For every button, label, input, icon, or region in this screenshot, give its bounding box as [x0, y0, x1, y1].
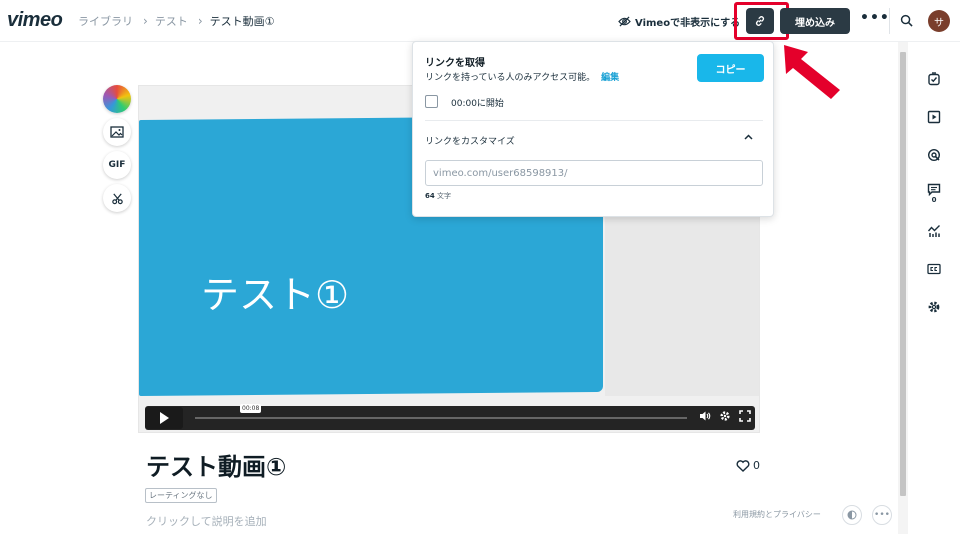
like-button[interactable]: 0 [736, 459, 760, 472]
breadcrumb-current: テスト動画① [209, 15, 275, 28]
settings-icon[interactable] [719, 410, 731, 422]
custom-url-input[interactable] [425, 160, 763, 186]
sidebar-play-icon[interactable] [920, 98, 948, 136]
sidebar-comments-icon[interactable]: 0 [920, 174, 948, 212]
player-controls: 00:08 [145, 404, 755, 430]
divider [425, 120, 763, 121]
heart-icon [736, 459, 750, 472]
character-count-number: 64 [425, 192, 435, 200]
annotation-arrow-icon [784, 45, 840, 99]
avatar[interactable]: サ [928, 10, 950, 32]
video-title[interactable]: テスト動画① [146, 447, 286, 482]
progress-bar[interactable]: 00:08 [195, 404, 687, 419]
volume-icon[interactable] [699, 410, 711, 422]
copy-button[interactable]: コピー [697, 54, 764, 82]
popup-subtitle: リンクを持っている人のみアクセス可能。 編集 [425, 70, 619, 83]
character-count-unit: 文字 [436, 192, 451, 200]
start-time-label: 00:00に開始 [451, 99, 504, 109]
sidebar-interaction-icon[interactable] [920, 136, 948, 174]
color-theme-button[interactable] [842, 505, 862, 525]
divider [889, 8, 890, 34]
contrast-icon [847, 510, 857, 520]
chevron-right-icon: › [197, 14, 203, 28]
popup-title: リンクを取得 [425, 58, 485, 69]
top-bar: vimeo ライブラリ › テスト › テスト動画① Vimeoで非表示にする … [0, 0, 960, 42]
sidebar-settings-icon[interactable] [920, 288, 948, 326]
breadcrumb-library[interactable]: ライブラリ [78, 13, 133, 29]
right-sidebar: 0 [920, 60, 948, 326]
rating-badge[interactable]: レーティングなし [145, 488, 217, 503]
sidebar-captions-icon[interactable] [920, 250, 948, 288]
privacy-text: リンクを持っている人のみアクセス可能。 [425, 73, 596, 83]
more-footer-icon[interactable]: ••• [872, 505, 892, 525]
player-control-icons [699, 410, 751, 422]
like-count: 0 [753, 459, 760, 472]
hide-from-vimeo-button[interactable]: Vimeoで非表示にする [618, 14, 740, 29]
character-count: 64 文字 [425, 191, 451, 201]
start-time-checkbox[interactable] [425, 95, 438, 108]
image-icon[interactable] [103, 118, 131, 146]
comments-count: 0 [931, 195, 937, 204]
chevron-up-icon[interactable] [744, 132, 753, 143]
chevron-right-icon: › [143, 14, 148, 28]
sidebar-checklist-icon[interactable] [920, 60, 948, 98]
breadcrumb-folder[interactable]: テスト [155, 13, 188, 29]
description-placeholder[interactable]: クリックして説明を追加 [146, 513, 267, 529]
eye-off-icon [618, 16, 631, 27]
video-overlay-text: テスト① [201, 273, 350, 317]
sidebar-analytics-icon[interactable] [920, 212, 948, 250]
scissors-icon[interactable] [103, 184, 131, 212]
timestamp-tooltip: 00:08 [240, 404, 262, 413]
hide-from-vimeo-label: Vimeoで非表示にする [635, 18, 741, 29]
play-button[interactable] [145, 407, 183, 429]
search-icon[interactable] [900, 12, 913, 31]
vimeo-logo[interactable]: vimeo [7, 9, 63, 32]
more-options-icon[interactable]: ••• [860, 10, 890, 26]
terms-link[interactable]: 利用規約とプライバシー [733, 509, 821, 520]
scrollbar-thumb[interactable] [900, 52, 906, 496]
get-link-popup: リンクを取得 リンクを持っている人のみアクセス可能。 編集 コピー 00:00に開… [412, 41, 774, 217]
color-palette-icon[interactable] [103, 85, 131, 113]
fullscreen-icon[interactable] [739, 410, 751, 422]
breadcrumb: ライブラリ › テスト › テスト動画① [78, 13, 275, 29]
customize-link-toggle[interactable]: リンクをカスタマイズ [425, 134, 515, 147]
gif-icon[interactable]: GIF [103, 151, 131, 179]
embed-button[interactable]: 埋め込み [780, 8, 850, 34]
edit-privacy-link[interactable]: 編集 [601, 73, 619, 83]
video-tools: GIF [103, 85, 133, 212]
